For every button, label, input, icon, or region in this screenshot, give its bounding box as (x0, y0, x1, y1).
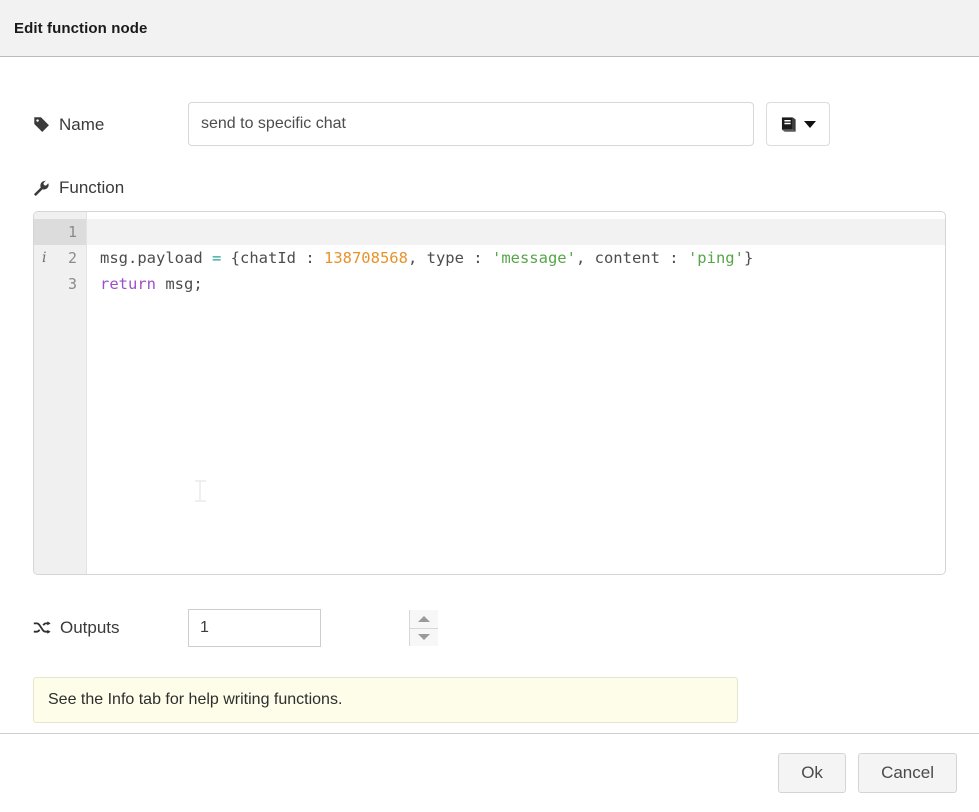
outputs-label: Outputs (33, 618, 188, 638)
code-token-plain: } (744, 249, 753, 267)
ok-button[interactable]: Ok (778, 753, 846, 793)
code-token-plain: , type : (408, 249, 492, 267)
code-token-plain: msg.payload (100, 249, 212, 267)
text-cursor-pointer (195, 480, 206, 502)
code-line[interactable]: return msg; (87, 271, 945, 297)
gutter-line: 1 (34, 219, 86, 245)
code-token-plain: , content : (576, 249, 688, 267)
gutter-line: 3 (34, 271, 86, 297)
library-button[interactable] (766, 102, 830, 146)
gutter-line: i 2 (34, 245, 86, 271)
function-label-text: Function (59, 178, 124, 198)
stepper-arrows (409, 610, 438, 646)
editor-gutter: 1 i 2 3 (34, 212, 87, 574)
info-notice-text: See the Info tab for help writing functi… (48, 691, 342, 709)
code-token-kw: return (100, 275, 156, 293)
line-number: 1 (68, 219, 77, 245)
wrench-icon (33, 180, 50, 197)
code-line[interactable]: msg.payload = {chatId : 138708568, type … (87, 245, 945, 271)
chevron-down-icon (804, 121, 816, 128)
name-row: Name (33, 57, 946, 146)
line-number: 3 (68, 271, 77, 297)
code-token-plain: {chatId : (221, 249, 324, 267)
dialog-titlebar: Edit function node (0, 0, 979, 57)
name-input[interactable] (188, 102, 754, 146)
dialog-footer: Ok Cancel (0, 733, 979, 812)
triangle-down-icon (418, 634, 430, 640)
name-label: Name (33, 116, 188, 133)
dialog-body: Name Function (0, 57, 979, 733)
code-token-plain: msg; (156, 275, 203, 293)
line-number: 2 (68, 245, 77, 271)
outputs-input[interactable] (189, 610, 409, 646)
info-notice: See the Info tab for help writing functi… (33, 677, 738, 723)
shuffle-icon (33, 621, 51, 636)
gutter-annotation-info[interactable]: i (42, 245, 46, 271)
name-label-text: Name (59, 116, 104, 133)
page-title: Edit function node (14, 20, 147, 37)
function-code-editor[interactable]: 1 i 2 3 msg.payload = {chatId : 13870856… (33, 211, 946, 575)
function-label: Function (33, 146, 946, 198)
stepper-decrement-button[interactable] (410, 628, 438, 647)
stepper-increment-button[interactable] (410, 610, 438, 628)
triangle-up-icon (418, 616, 430, 622)
tag-icon (33, 116, 50, 133)
cancel-button[interactable]: Cancel (858, 753, 957, 793)
outputs-label-text: Outputs (60, 618, 120, 638)
code-token-op: = (212, 249, 221, 267)
editor-code-area[interactable]: msg.payload = {chatId : 138708568, type … (87, 212, 945, 574)
code-token-num: 138708568 (324, 249, 408, 267)
code-token-str: 'ping' (688, 249, 744, 267)
outputs-stepper[interactable] (188, 609, 321, 647)
outputs-row: Outputs (33, 575, 946, 647)
code-line[interactable] (87, 219, 945, 245)
book-icon (780, 116, 799, 133)
code-token-str: 'message' (492, 249, 576, 267)
